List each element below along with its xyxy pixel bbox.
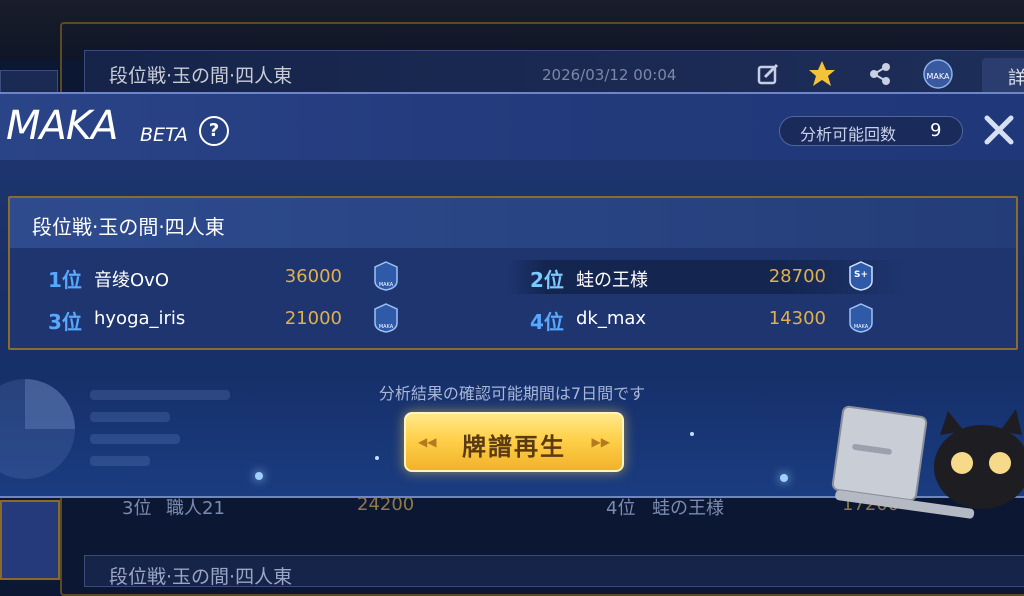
match-title: 段位戦·玉の間·四人東 [32,215,225,239]
maka-badge-icon[interactable]: MAKA [373,303,399,333]
player-name: 蛙の王様 [576,270,648,291]
player-score: 14300 [768,308,826,329]
help-icon[interactable]: ? [199,116,229,146]
background-game-card[interactable]: 段位戦·玉の間·四人東 2026/03/12 00:04 MAKA [84,50,1024,96]
svg-text:MAKA: MAKA [927,72,950,81]
background-game-card-2[interactable]: 段位戦·玉の間·四人東 [84,555,1024,588]
player-name: hyoga_iris [94,308,186,329]
player-row-3: 3位 hyoga_iris 21000 MAKA [48,302,448,336]
decorative-bar [90,456,150,466]
background-tab-text: 詳 [1008,68,1024,89]
player-name: dk_max [576,308,647,329]
maka-title: MAKA [6,103,118,149]
badge-text: MAKA [379,282,394,288]
player-name: 音绫OvO [94,270,169,291]
decorative-bar [90,434,180,444]
particle [255,472,263,480]
match-title-bar: 段位戦·玉の間·四人東 [10,198,1016,248]
close-icon[interactable] [981,112,1017,148]
background-detail-tab[interactable]: 詳 [982,58,1024,94]
maka-icon[interactable]: MAKA [923,59,953,89]
modal-header: MAKA BETA ? 分析可能回数 9 [0,94,1024,160]
player-score: 36000 [284,266,342,287]
right-arrow-icon: ▶▶ [591,435,610,449]
player-rank: 1位 [48,268,82,292]
player-score: 21000 [284,308,342,329]
replay-button-label: 牌譜再生 [462,433,566,461]
particle [690,432,694,436]
analysis-period-note: 分析結果の確認可能期間は7日間です [378,384,646,403]
analysis-count-value: 9 [930,120,942,141]
player-rank: 4位 [530,310,564,334]
decorative-bar [90,412,170,422]
maka-beta-label: BETA [140,124,188,146]
cat-mascot-icon [831,405,1024,519]
player-row-2: 2位 蛙の王様 28700 S+ [506,260,906,294]
maka-badge-icon[interactable]: MAKA [373,261,399,291]
badge-text: MAKA [854,324,869,330]
particle [375,456,379,460]
player-row-4: 4位 dk_max 14300 MAKA [506,302,906,336]
match-panel: 段位戦·玉の間·四人東 1位 音绫OvO 36000 MAKA 2位 蛙の王様 … [8,196,1018,350]
player-row-1: 1位 音绫OvO 36000 MAKA [48,260,448,294]
maka-badge-icon[interactable]: MAKA [848,303,874,333]
maka-s-plus-badge-icon[interactable]: S+ [848,261,874,291]
particle [780,474,788,482]
badge-text: S+ [854,270,868,280]
replay-button[interactable]: ◀◀ 牌譜再生 ▶▶ [404,412,624,472]
background-card-title: 段位戦·玉の間·四人東 [109,65,293,87]
player-rank: 2位 [530,268,564,292]
badge-text: MAKA [379,324,394,330]
player-rank: 3位 [48,310,82,334]
edit-icon[interactable] [753,59,783,89]
background-card-date: 2026/03/12 00:04 [542,66,677,84]
analysis-count-pill: 分析可能回数 9 [779,116,963,146]
background-left-bottom-panel [0,500,60,580]
player-score: 28700 [768,266,826,287]
star-icon[interactable] [807,59,837,89]
share-icon[interactable] [865,59,895,89]
analysis-count-label: 分析可能回数 [800,125,897,144]
